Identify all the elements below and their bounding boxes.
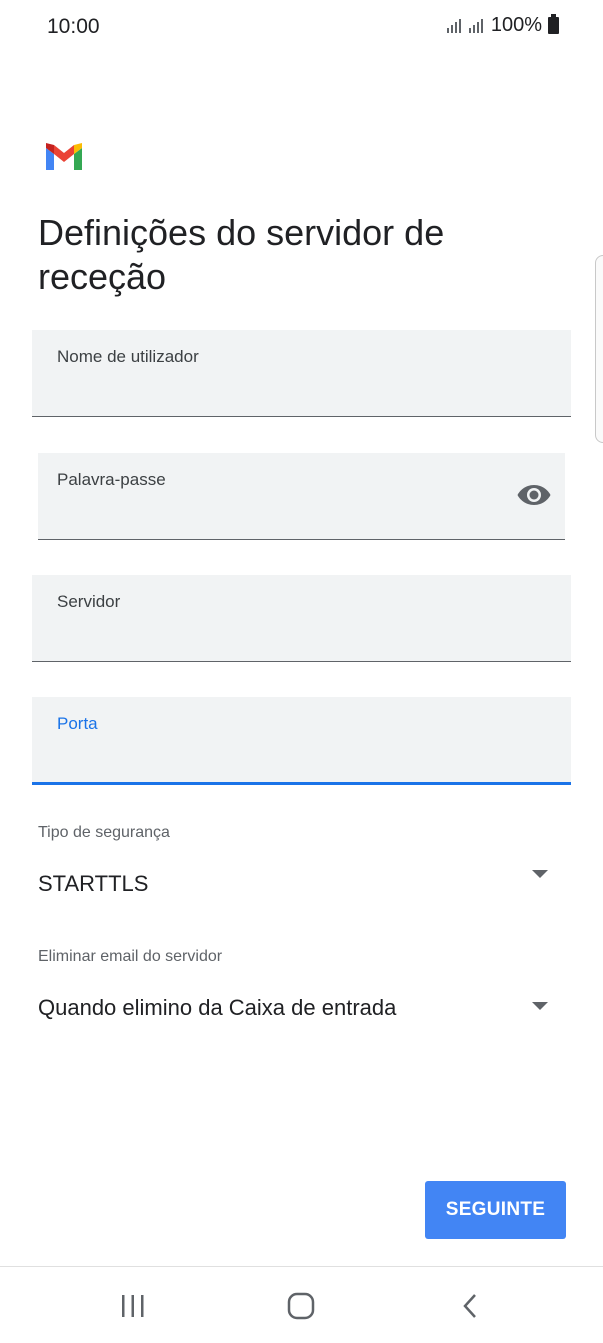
port-field[interactable]: Porta xyxy=(32,697,571,785)
status-icons: 100% xyxy=(446,14,559,37)
status-time: 10:00 xyxy=(47,15,100,38)
home-button[interactable] xyxy=(271,1281,331,1331)
chevron-down-icon xyxy=(532,1002,548,1010)
signal-icon xyxy=(446,18,461,33)
back-icon xyxy=(463,1294,476,1318)
next-button[interactable]: SEGUINTE xyxy=(425,1181,566,1239)
security-type-dropdown[interactable]: Tipo de segurança STARTTLS xyxy=(0,815,603,905)
recent-apps-button[interactable] xyxy=(103,1281,163,1331)
navigation-bar xyxy=(0,1266,603,1343)
home-icon xyxy=(287,1292,315,1320)
server-label: Servidor xyxy=(57,592,121,611)
delete-email-value: Quando elimino da Caixa de entrada xyxy=(38,995,397,1020)
security-type-label: Tipo de segurança xyxy=(38,824,170,841)
scroll-indicator[interactable] xyxy=(595,255,603,443)
chevron-down-icon xyxy=(532,870,548,878)
server-field[interactable]: Servidor xyxy=(32,575,571,662)
username-label: Nome de utilizador xyxy=(57,347,199,366)
battery-icon xyxy=(548,14,559,34)
status-bar: 10:00 100% xyxy=(0,0,603,56)
eye-icon[interactable] xyxy=(517,484,551,506)
gmail-logo xyxy=(46,143,82,170)
username-field[interactable]: Nome de utilizador xyxy=(32,330,571,417)
password-field[interactable]: Palavra-passe xyxy=(38,453,565,540)
port-label: Porta xyxy=(57,714,98,733)
signal-icon xyxy=(468,18,483,33)
password-label: Palavra-passe xyxy=(57,470,166,489)
page-title: Definições do servidor de receção xyxy=(38,212,445,297)
delete-email-label: Eliminar email do servidor xyxy=(38,948,223,965)
recent-apps-icon xyxy=(122,1295,144,1317)
delete-email-dropdown[interactable]: Eliminar email do servidor Quando elimin… xyxy=(0,940,603,1030)
battery-percentage: 100% xyxy=(490,14,542,36)
security-type-value: STARTTLS xyxy=(38,871,149,896)
back-button[interactable] xyxy=(440,1281,500,1331)
